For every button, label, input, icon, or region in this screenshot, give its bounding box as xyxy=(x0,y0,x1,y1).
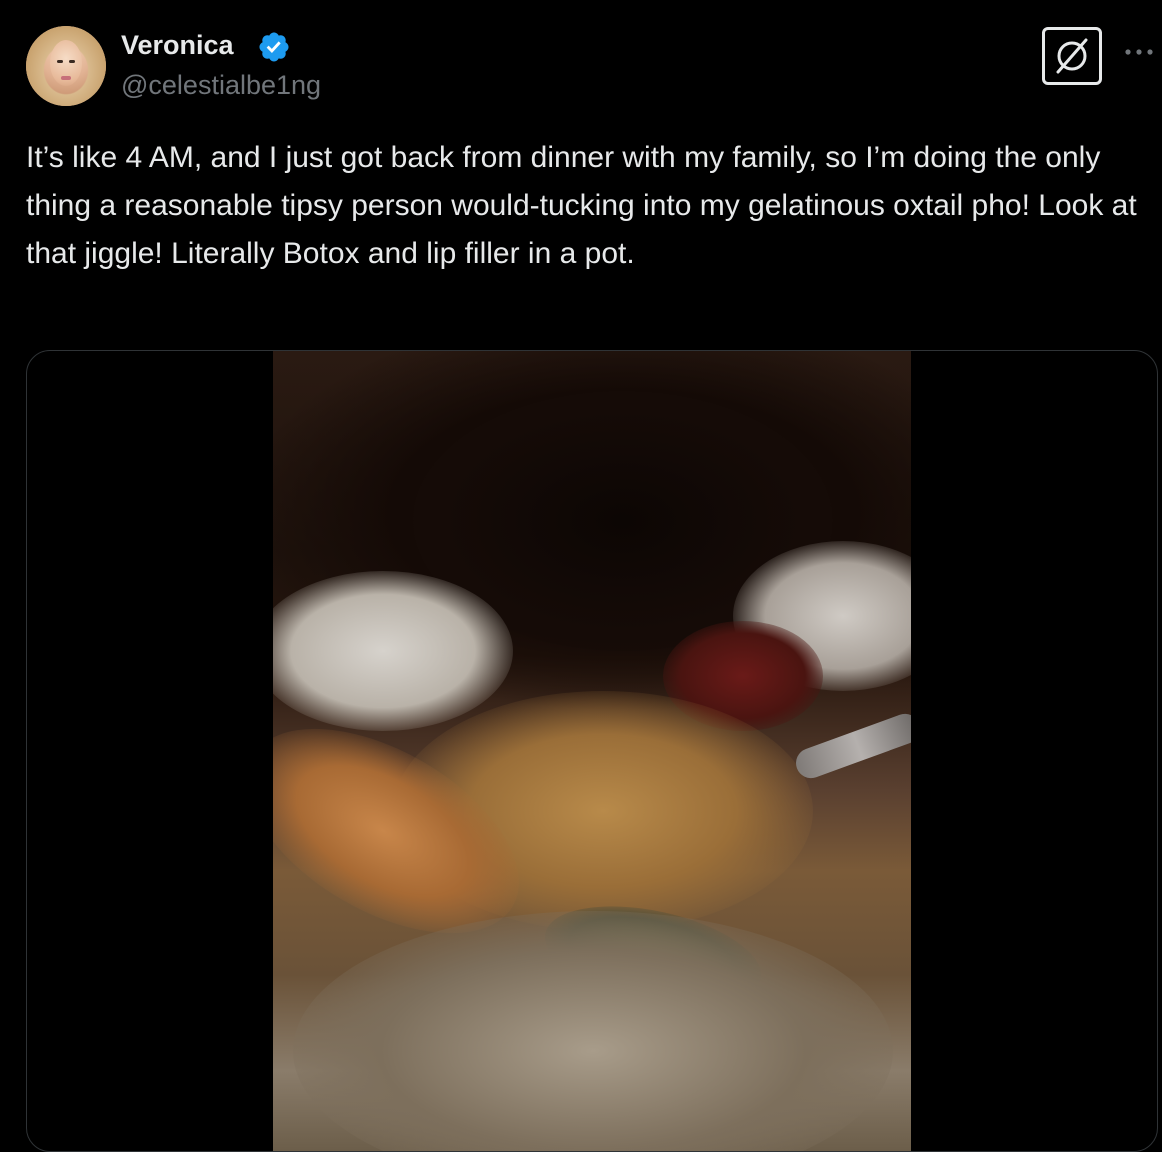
avatar-lips xyxy=(61,76,71,80)
photo-fat-bottom xyxy=(293,911,893,1151)
grok-button[interactable] xyxy=(1042,27,1102,85)
avatar-eye-left xyxy=(57,60,63,63)
photo-fat-left xyxy=(273,571,513,731)
avatar-eye-right xyxy=(69,60,75,63)
more-options-icon[interactable] xyxy=(1122,42,1156,62)
tweet-media[interactable] xyxy=(26,350,1158,1152)
verified-badge-icon[interactable] xyxy=(257,30,291,64)
avatar[interactable] xyxy=(26,26,106,106)
author-name[interactable]: Veronica xyxy=(121,30,234,61)
author-handle[interactable]: @celestialbe1ng xyxy=(121,70,321,101)
grok-icon xyxy=(1056,38,1088,74)
photo-spoon xyxy=(791,709,911,783)
media-photo[interactable] xyxy=(273,351,911,1151)
tweet-text: It’s like 4 AM, and I just got back from… xyxy=(26,141,1137,270)
